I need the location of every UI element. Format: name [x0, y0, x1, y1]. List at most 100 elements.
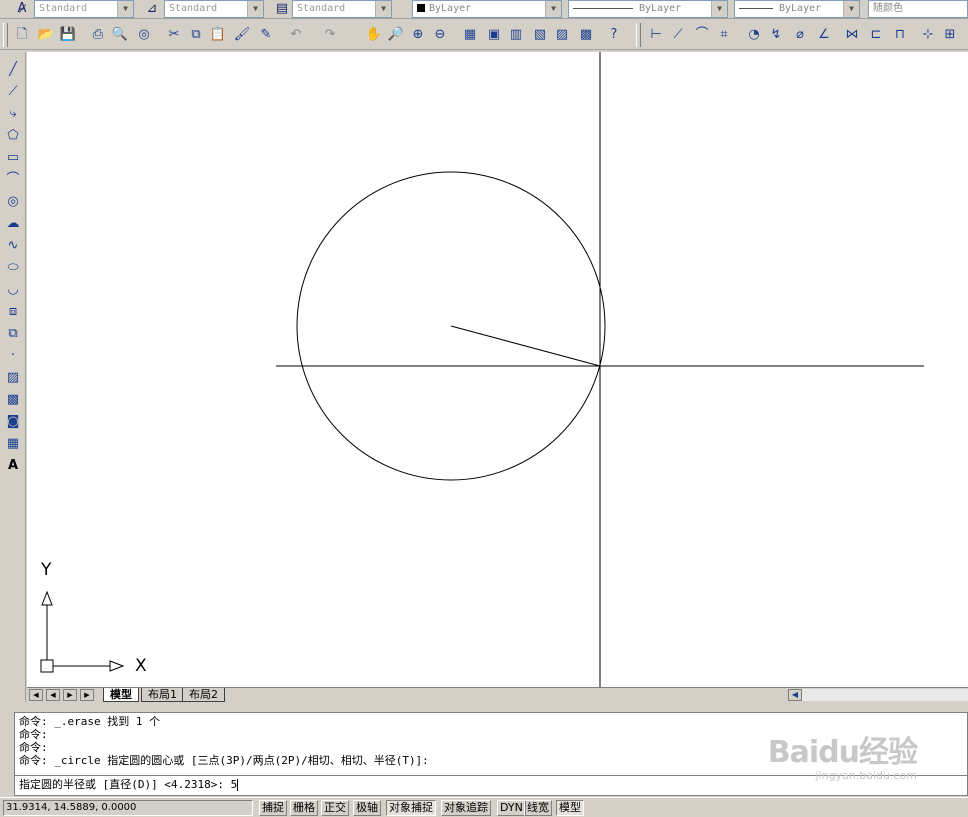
toolbar-grip[interactable] [3, 23, 8, 47]
coordinate-readout[interactable]: 31.9314, 14.5889, 0.0000 [3, 800, 253, 816]
arc-icon[interactable]: ⌒ [3, 170, 23, 190]
chevron-down-icon[interactable]: ▼ [711, 1, 727, 17]
gradient-icon[interactable]: ▩ [3, 390, 23, 410]
lineweight-toggle[interactable]: 线宽 [524, 800, 552, 816]
watermark-logo: Baidu经验 [767, 735, 918, 770]
publish-icon[interactable]: ◎ [134, 25, 154, 45]
dim-aligned-icon[interactable]: ⟋ [668, 25, 688, 45]
design-center-icon[interactable]: ▣ [484, 25, 504, 45]
dim-radius-icon[interactable]: ◔ [744, 25, 764, 45]
zoom-window-icon[interactable]: ⊕ [408, 25, 428, 45]
match-properties-icon[interactable]: 🖌 [232, 25, 252, 45]
revision-cloud-icon[interactable]: ☁ [3, 214, 23, 234]
chevron-down-icon[interactable]: ▼ [375, 1, 391, 17]
text-style-select[interactable]: Standard ▼ [34, 0, 134, 18]
markup-icon[interactable]: ▨ [552, 25, 572, 45]
command-history-line: 命令: _circle 指定圆的圆心或 [三点(3P)/两点(2P)/相切、相切… [19, 754, 429, 767]
ortho-toggle[interactable]: 正交 [321, 800, 349, 816]
dim-style-select[interactable]: Standard ▼ [164, 0, 264, 18]
plot-icon[interactable]: ⎙ [88, 25, 108, 45]
polygon-icon[interactable]: ⬠ [3, 126, 23, 146]
center-mark-icon[interactable]: ⊞ [940, 25, 960, 45]
grid-toggle[interactable]: 栅格 [290, 800, 318, 816]
multiline-text-icon[interactable]: A [3, 456, 23, 476]
dim-baseline-icon[interactable]: ⊏ [866, 25, 886, 45]
tab-layout1[interactable]: 布局1 [141, 688, 184, 702]
otrack-toggle[interactable]: 对象追踪 [441, 800, 491, 816]
dim-ordinate-icon[interactable]: ⌗ [714, 25, 734, 45]
dyn-toggle[interactable]: DYN [497, 800, 526, 816]
calculator-icon[interactable]: ▩ [576, 25, 596, 45]
rectangle-icon[interactable]: ▭ [3, 148, 23, 168]
command-history-line: 命令: [19, 728, 48, 741]
cut-icon[interactable]: ✂ [164, 25, 184, 45]
ellipse-icon[interactable]: ⬭ [3, 258, 23, 278]
help-icon[interactable]: ? [604, 25, 624, 45]
undo-icon[interactable]: ↶ [286, 25, 306, 45]
osnap-toggle[interactable]: 对象捕捉 [386, 800, 436, 816]
chevron-down-icon[interactable]: ▼ [545, 1, 561, 17]
line-icon[interactable]: ╱ [3, 60, 23, 80]
chevron-down-icon[interactable]: ▼ [117, 1, 133, 17]
properties-icon[interactable]: ▦ [460, 25, 480, 45]
block-editor-icon[interactable]: ✎ [256, 25, 276, 45]
color-select[interactable]: ByLayer ▼ [412, 0, 562, 18]
copy-icon[interactable]: ⧉ [186, 25, 206, 45]
last-tab-icon[interactable]: ▶ [80, 689, 94, 701]
circle-icon[interactable]: ◎ [3, 192, 23, 212]
plotstyle-select[interactable]: 随颜色 [868, 0, 968, 18]
table-style-icon[interactable]: ▤ [272, 0, 292, 19]
command-window[interactable]: 命令: _.erase 找到 1 个 命令: 命令: 命令: _circle 指… [14, 712, 968, 796]
point-icon[interactable]: · [3, 346, 23, 366]
ucs-x-label: X [135, 656, 147, 676]
toolbar-grip[interactable] [636, 23, 641, 47]
open-file-icon[interactable]: 📂 [36, 25, 56, 45]
dim-continue-icon[interactable]: ⊓ [890, 25, 910, 45]
command-input-value[interactable]: 5 [231, 778, 238, 791]
tolerance-icon[interactable]: ⊹ [918, 25, 938, 45]
dim-angular-icon[interactable]: ∠ [814, 25, 834, 45]
lineweight-select[interactable]: ByLayer ▼ [734, 0, 860, 18]
snap-toggle[interactable]: 捕捉 [259, 800, 287, 816]
paste-icon[interactable]: 📋 [208, 25, 228, 45]
drawing-area[interactable]: Y X [27, 52, 968, 687]
dim-diameter-icon[interactable]: ⌀ [790, 25, 810, 45]
dim-linear-icon[interactable]: ⊢ [646, 25, 666, 45]
scroll-left-icon[interactable]: ◀ [788, 689, 802, 701]
polyline-icon[interactable]: ⤷ [3, 104, 23, 124]
redo-icon[interactable]: ↷ [320, 25, 340, 45]
make-block-icon[interactable]: ⧉ [3, 324, 23, 344]
sheet-set-icon[interactable]: ▧ [530, 25, 550, 45]
linetype-select[interactable]: ByLayer ▼ [568, 0, 728, 18]
polar-toggle[interactable]: 极轴 [353, 800, 381, 816]
hatch-icon[interactable]: ▨ [3, 368, 23, 388]
prev-tab-icon[interactable]: ◀ [46, 689, 60, 701]
plot-preview-icon[interactable]: 🔍 [110, 25, 130, 45]
tool-palettes-icon[interactable]: ▥ [506, 25, 526, 45]
model-toggle[interactable]: 模型 [556, 800, 584, 816]
region-icon[interactable]: ◙ [3, 412, 23, 432]
insert-block-icon[interactable]: ⧈ [3, 302, 23, 322]
quick-dim-icon[interactable]: ⋈ [842, 25, 862, 45]
zoom-previous-icon[interactable]: ⊖ [430, 25, 450, 45]
table-icon[interactable]: ▦ [3, 434, 23, 454]
zoom-realtime-icon[interactable]: 🔎 [386, 25, 406, 45]
dim-jogged-icon[interactable]: ↯ [766, 25, 786, 45]
chevron-down-icon[interactable]: ▼ [843, 1, 859, 17]
table-style-select[interactable]: Standard ▼ [292, 0, 392, 18]
first-tab-icon[interactable]: ◀ [29, 689, 43, 701]
dim-arc-icon[interactable]: ⌒ [692, 25, 712, 45]
tab-layout2[interactable]: 布局2 [182, 688, 225, 702]
pan-icon[interactable]: ✋ [364, 25, 384, 45]
next-tab-icon[interactable]: ▶ [63, 689, 77, 701]
tab-model[interactable]: 模型 [103, 688, 139, 702]
text-style-icon[interactable]: A̷ [12, 0, 32, 19]
construction-line-icon[interactable]: ⟋ [3, 82, 23, 102]
new-file-icon[interactable]: 🗋 [12, 25, 32, 45]
ellipse-arc-icon[interactable]: ◡ [3, 280, 23, 300]
spline-icon[interactable]: ∿ [3, 236, 23, 256]
dim-style-icon[interactable]: ⊿ [142, 0, 162, 19]
horizontal-scrollbar[interactable]: ◀ [788, 689, 968, 701]
chevron-down-icon[interactable]: ▼ [247, 1, 263, 17]
save-icon[interactable]: 💾 [58, 25, 78, 45]
